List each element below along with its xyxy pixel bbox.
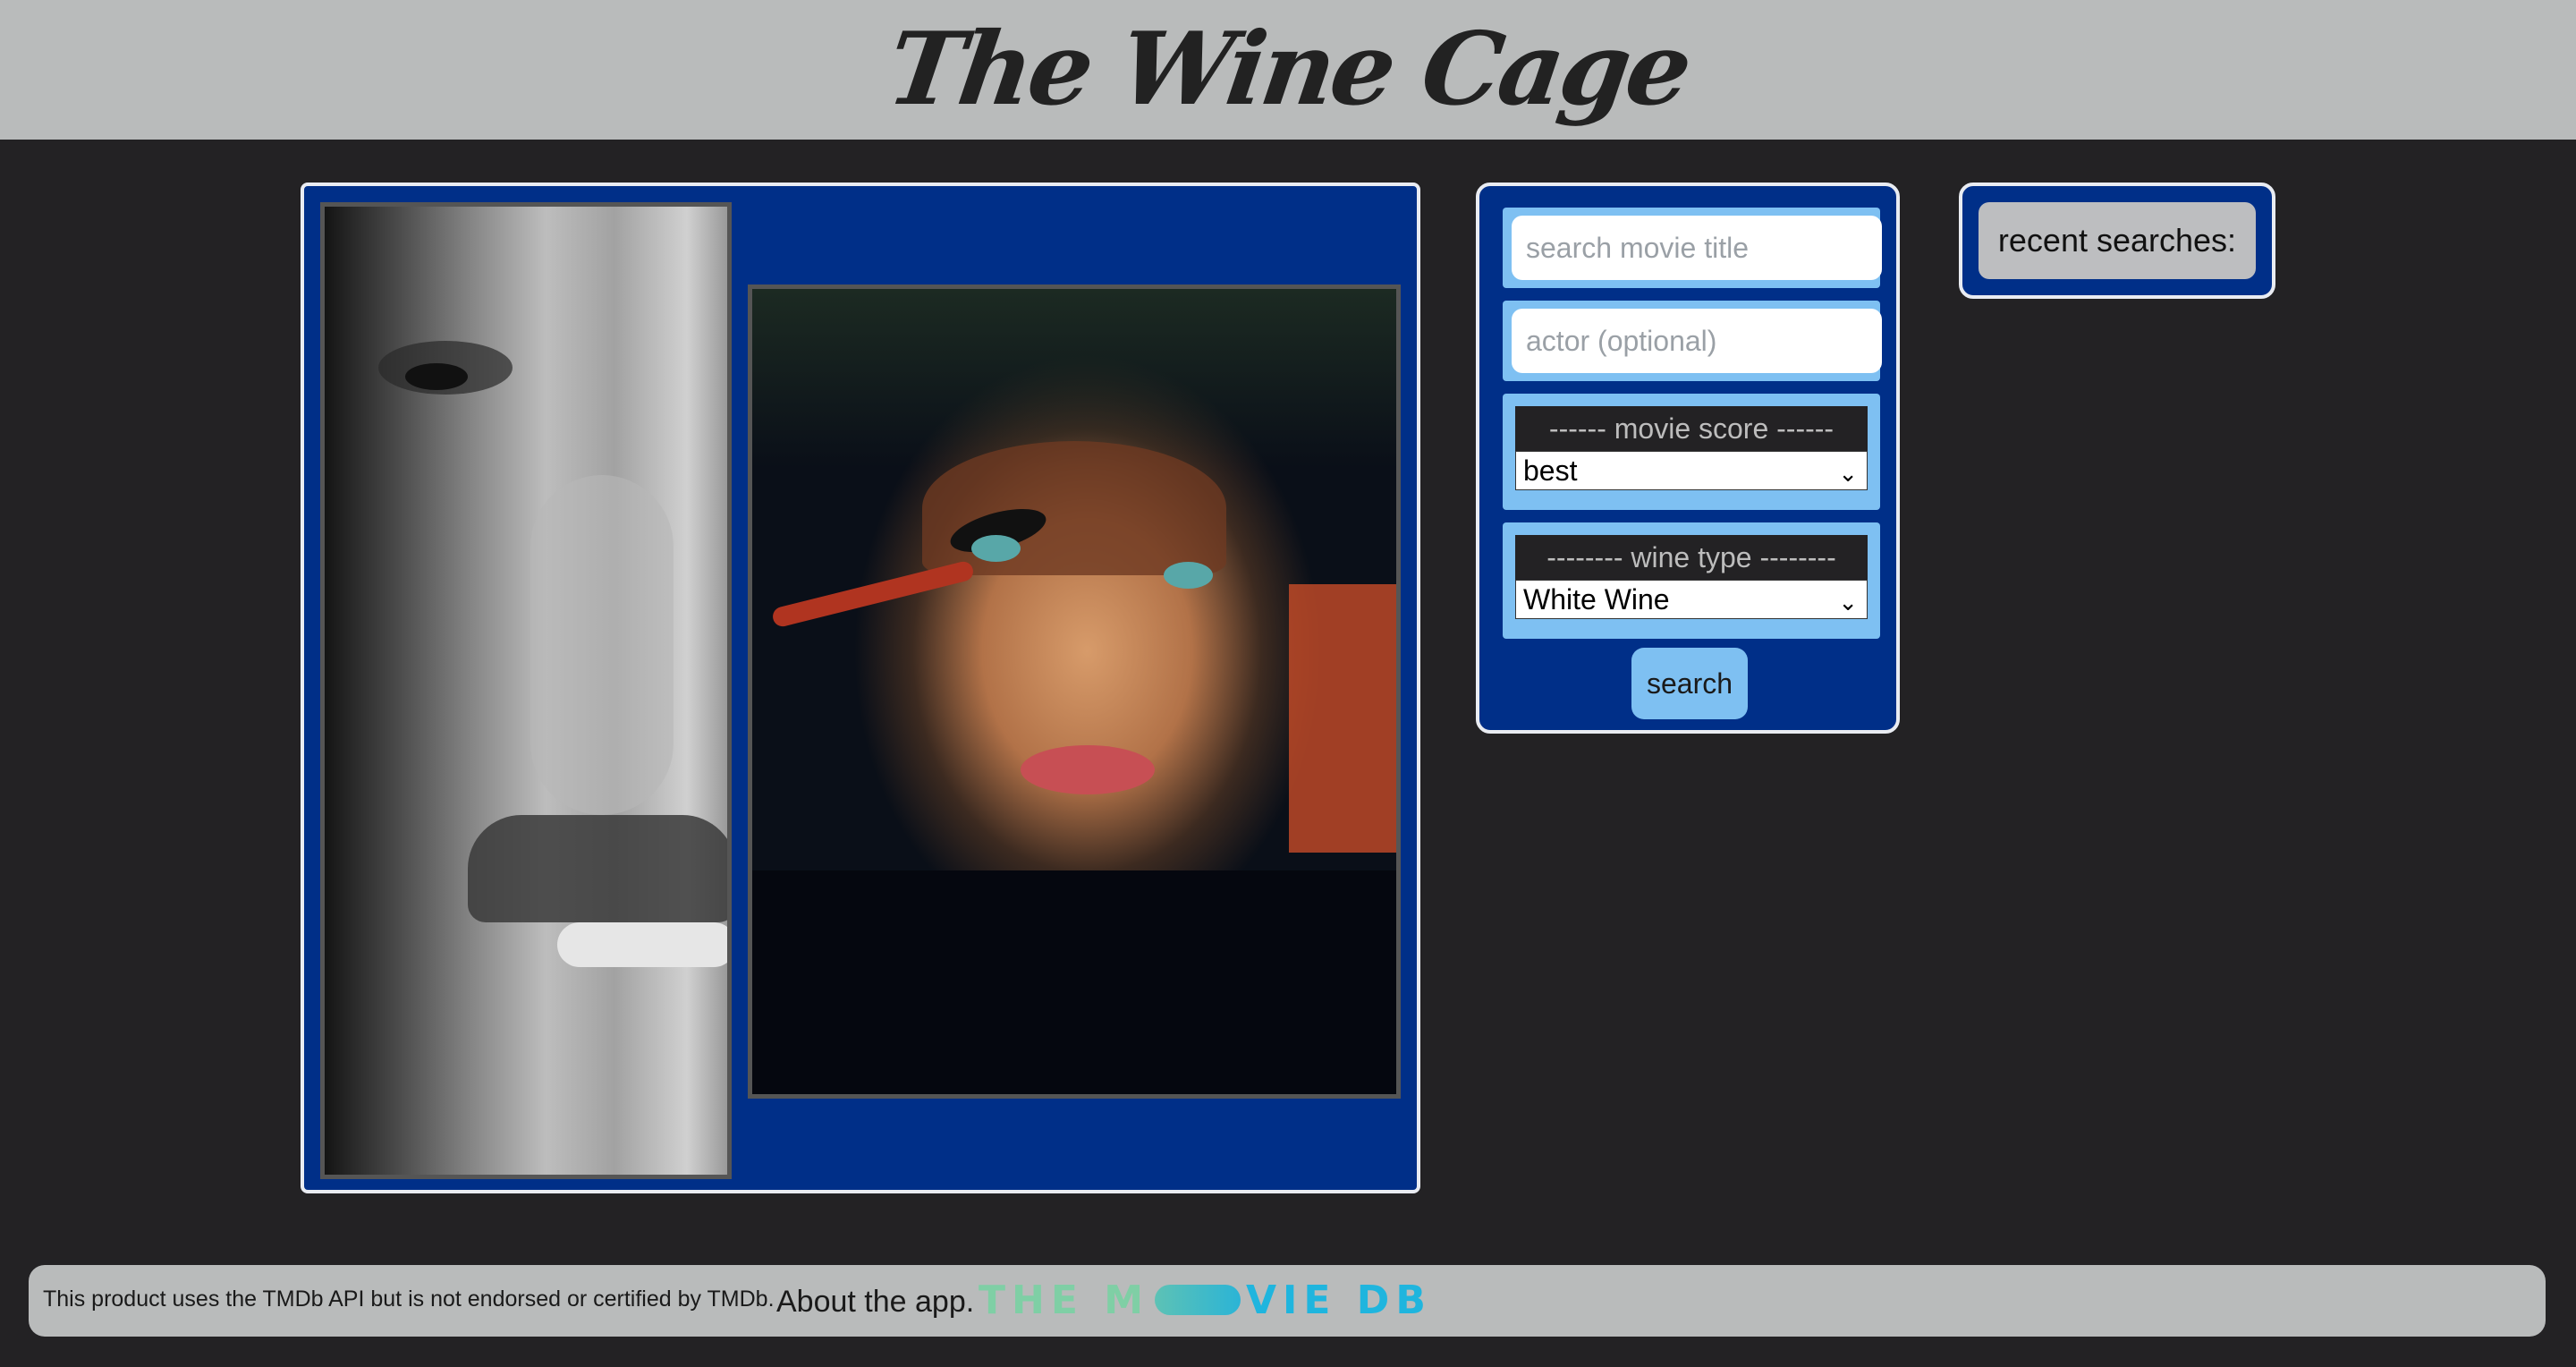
- tmdb-logo-left-text: THE M: [979, 1277, 1149, 1323]
- wine-type-label: -------- wine type --------: [1515, 535, 1868, 580]
- title-field-box: [1503, 208, 1882, 288]
- movie-score-box: ------ movie score ------ best ⌄: [1503, 394, 1880, 510]
- portrait-bw-image: [320, 202, 732, 1179]
- image-panel: [301, 183, 1420, 1193]
- actor-field-box: [1503, 301, 1882, 381]
- movie-title-input[interactable]: [1512, 216, 1882, 280]
- movie-score-select[interactable]: best ⌄: [1515, 451, 1868, 490]
- site-title: The Wine Cage: [880, 11, 1696, 128]
- about-link[interactable]: About the app.: [776, 1285, 974, 1320]
- movie-score-value: best: [1523, 454, 1578, 487]
- wine-type-select[interactable]: White Wine ⌄: [1515, 580, 1868, 619]
- chevron-down-icon: ⌄: [1838, 589, 1858, 616]
- recent-searches-label: recent searches:: [1979, 202, 2256, 279]
- chevron-down-icon: ⌄: [1838, 460, 1858, 487]
- tmdb-pill-icon: [1155, 1285, 1241, 1315]
- movie-score-label: ------ movie score ------: [1515, 406, 1868, 451]
- footer: This product uses the TMDb API but is no…: [29, 1265, 2546, 1337]
- wine-type-value: White Wine: [1523, 583, 1670, 616]
- tmdb-logo-right-text: VIE DB: [1246, 1277, 1432, 1323]
- tmdb-logo[interactable]: THE M VIE DB: [979, 1277, 1432, 1323]
- portrait-color-image: [748, 284, 1401, 1099]
- wine-type-box: -------- wine type -------- White Wine ⌄: [1503, 522, 1880, 639]
- site-header: The Wine Cage: [0, 0, 2576, 140]
- tmdb-disclaimer: This product uses the TMDb API but is no…: [43, 1286, 775, 1312]
- search-panel: ------ movie score ------ best ⌄ -------…: [1476, 183, 1900, 734]
- recent-searches-panel: recent searches:: [1959, 183, 2275, 299]
- search-button[interactable]: search: [1631, 648, 1748, 719]
- actor-input[interactable]: [1512, 309, 1882, 373]
